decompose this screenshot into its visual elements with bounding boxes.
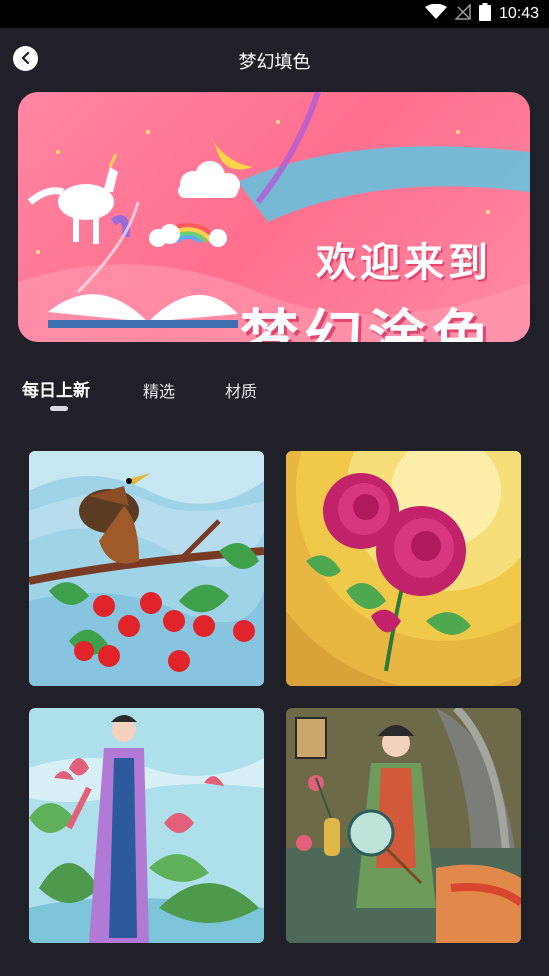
lady-lotus-artwork [29, 708, 264, 943]
page-title: 梦幻填色 [238, 52, 311, 73]
tab-material[interactable]: 材质 [225, 378, 257, 402]
banner-welcome-text: 欢迎来到 [316, 240, 492, 286]
status-time: 10:43 [498, 5, 539, 22]
coloring-card-bird[interactable] [29, 451, 264, 686]
welcome-banner[interactable]: 欢迎来到 梦幻涂色 [18, 92, 530, 342]
nav-bar: 梦幻填色 [0, 28, 549, 90]
lady-fan-artwork [286, 708, 521, 943]
coloring-card-lady-fan[interactable] [286, 708, 521, 943]
category-tabs: 每日上新 精选 材质 [0, 370, 549, 420]
tab-indicator [50, 406, 68, 411]
coloring-card-lady-lotus[interactable] [29, 708, 264, 943]
banner-app-name: 梦幻涂色 [240, 303, 497, 342]
no-signal-icon [454, 3, 471, 24]
battery-icon [478, 3, 491, 25]
status-bar: 10:43 [0, 0, 549, 28]
status-icons: 10:43 [424, 3, 539, 25]
bird-cherries-artwork [29, 451, 264, 686]
tab-daily-new[interactable]: 每日上新 [22, 376, 90, 401]
wifi-icon [424, 3, 447, 24]
coloring-card-rose[interactable] [286, 451, 521, 686]
rose-artwork [286, 451, 521, 686]
tab-featured[interactable]: 精选 [143, 378, 175, 402]
